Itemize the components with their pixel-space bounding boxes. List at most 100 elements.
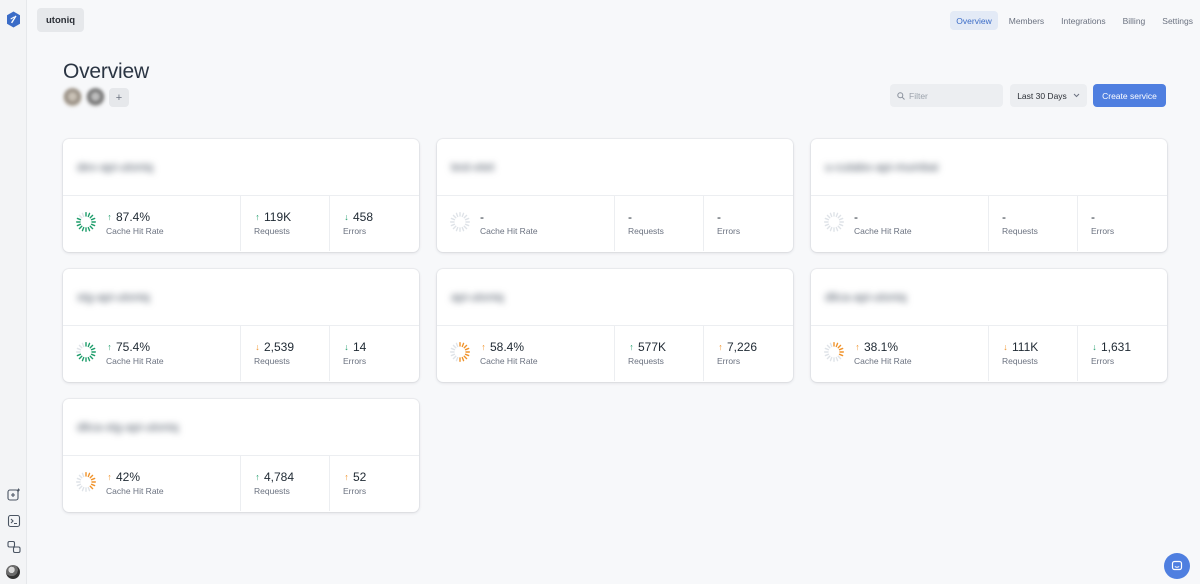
ring-tick [463,225,468,230]
errors-value: - [717,210,721,224]
errors-value: - [1091,210,1095,224]
service-name[interactable]: test-etet [451,160,494,174]
ring-tick [826,355,831,360]
trend-arrow-icon: ↑ [107,342,112,352]
terminal-icon[interactable] [5,512,22,529]
trend-arrow-icon: ↑ [855,342,860,352]
ring-tick [829,226,833,232]
ring-tick [461,356,465,362]
ring-tick [829,342,833,348]
trend-arrow-icon: ↑ [107,212,112,222]
org-name: utoniq [46,14,76,26]
trend-arrow-icon: ↓ [344,212,349,222]
service-name[interactable]: dlica-stg-api-utoniq [77,420,178,434]
ring-tick [837,355,842,360]
create-service-button[interactable]: Create service [1093,84,1166,107]
ring-tick [78,474,83,479]
requests-value: 577K [638,340,667,354]
errors-value: 14 [353,340,367,354]
ring-tick [90,483,96,487]
ring-tick [76,353,82,357]
ring-tick [81,486,85,492]
ring-tick [461,212,465,218]
nav-integrations[interactable]: Integrations [1055,11,1111,30]
trend-arrow-icon: ↑ [107,472,112,482]
ring-tick [89,214,94,219]
service-name[interactable]: dev-api-utoniq [77,160,153,174]
service-name[interactable]: api-utoniq [451,290,504,304]
ring-tick [826,225,831,230]
trend-arrow-icon: ↑ [481,342,486,352]
ring-tick [455,212,459,218]
service-card[interactable]: stg-api-utoniq ↑ 75.4% Cache Hit Rate ↓ 2,… [63,269,419,382]
member-avatar[interactable] [63,88,82,107]
service-card[interactable]: test-etet - Cache Hit Rate - Requests - … [437,139,793,252]
chat-bubble-icon[interactable] [1164,553,1190,579]
requests-stat: ↓ 111K Requests [989,326,1078,381]
cache-ring-icon [76,342,96,362]
ring-tick [824,223,830,227]
user-avatar[interactable] [6,565,20,579]
service-name[interactable]: u-cutabo-api-mumbai [825,160,938,174]
requests-stat: ↑ 4,784 Requests [241,456,330,511]
cache-hit-rate-value: 75.4% [116,340,151,354]
trend-arrow-icon: ↑ [344,472,349,482]
cache-hit-rate-label: Cache Hit Rate [854,356,912,366]
nav-overview[interactable]: Overview [950,11,998,30]
nav-members[interactable]: Members [1003,11,1050,30]
member-avatar[interactable] [86,88,105,107]
ring-tick [464,347,470,351]
ring-tick [829,212,833,218]
ring-tick [838,353,844,357]
cache-hit-rate-label: Cache Hit Rate [106,356,164,366]
ring-tick [455,342,459,348]
ring-tick [835,226,839,232]
service-card[interactable]: api-utoniq ↑ 58.4% Cache Hit Rate ↑ 577K R… [437,269,793,382]
ring-tick [455,226,459,232]
org-switcher[interactable]: utoniq [37,8,85,32]
requests-value: 119K [264,210,292,224]
service-card-header: stg-api-utoniq [63,269,419,326]
errors-label: Errors [343,486,367,496]
nav-settings[interactable]: Settings [1156,11,1199,30]
ring-tick [87,486,91,492]
ring-tick [90,223,96,227]
service-card[interactable]: u-cutabo-api-mumbai - Cache Hit Rate - R… [811,139,1167,252]
service-card[interactable]: dev-api-utoniq ↑ 87.4% Cache Hit Rate ↑ 11… [63,139,419,252]
errors-value: 7,226 [727,340,758,354]
cache-ring-icon [824,212,844,232]
ring-tick [76,483,82,487]
ring-tick [78,214,83,219]
add-service-icon[interactable] [5,486,22,503]
fastly-logo-icon[interactable] [6,11,21,28]
trend-arrow-icon: ↓ [1092,342,1097,352]
date-range-select[interactable]: Last 30 Days [1010,84,1087,107]
requests-label: Requests [1002,226,1038,236]
ring-tick [87,342,91,348]
nav-billing[interactable]: Billing [1117,11,1152,30]
cache-hit-rate-label: Cache Hit Rate [106,486,164,496]
ring-tick [450,353,456,357]
cache-hit-rate-value: 58.4% [490,340,525,354]
service-card[interactable]: dlica-api-utoniq ↑ 38.1% Cache Hit Rate ↓… [811,269,1167,382]
requests-stat: - Requests [989,196,1078,251]
ring-tick [835,212,839,218]
filter-input[interactable] [909,90,999,101]
trend-arrow-icon: ↑ [255,472,260,482]
service-name[interactable]: dlica-api-utoniq [825,290,906,304]
nav-settings-label: Settings [1162,15,1193,26]
ring-tick [89,485,94,490]
ring-tick [76,223,82,227]
ring-tick [461,342,465,348]
ring-tick [837,344,842,349]
filter-field[interactable] [890,84,1003,107]
ring-tick [87,212,91,218]
search-icon [897,91,905,100]
service-card[interactable]: dlica-stg-api-utoniq ↑ 42% Cache Hit Rate… [63,399,419,512]
service-name[interactable]: stg-api-utoniq [77,290,150,304]
requests-stat: - Requests [615,196,704,251]
cache-hit-rate-stat: ↑ 75.4% Cache Hit Rate [63,326,241,381]
add-member-button[interactable]: + [109,88,129,107]
ring-tick [838,217,844,221]
switch-accounts-icon[interactable] [5,538,22,555]
